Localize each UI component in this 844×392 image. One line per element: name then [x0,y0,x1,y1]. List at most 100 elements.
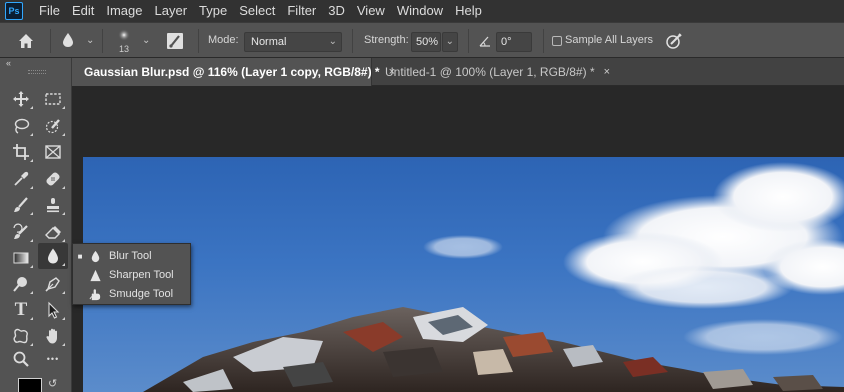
menu-edit[interactable]: Edit [66,0,100,22]
menu-bar: Ps File Edit Image Layer Type Select Fil… [0,0,844,22]
close-icon[interactable]: × [604,66,610,78]
eyedropper-icon [14,171,29,186]
dodge-tool[interactable] [6,271,36,297]
shape-icon [13,328,28,344]
scrapyard-photo [143,162,844,392]
separator [102,29,103,53]
menu-filter[interactable]: Filter [281,0,322,22]
history-brush-icon [13,223,28,239]
blur-tool-group-flyout: ■ Blur Tool Sharpen Tool Smudge Tool [72,243,191,305]
tool-preset-drop-icon[interactable] [60,32,80,50]
lasso-icon [14,118,30,134]
gradient-tool[interactable] [6,245,36,271]
document-workspace[interactable] [72,87,844,392]
tool-group-indicator [62,263,65,266]
options-bar: ⌄ 13 ⌄ Mode: Normal ⌄ Strength: 50% ⌄ 0°… [0,22,844,58]
quick-selection-icon [45,119,60,134]
image-canvas[interactable] [83,157,844,392]
lasso-tool[interactable] [6,113,36,139]
tool-group-indicator [30,186,33,189]
blur-tool[interactable] [38,243,68,269]
tool-group-indicator [62,317,65,320]
brush-picker-chevron-down-icon[interactable]: ⌄ [142,35,150,46]
swap-colors-icon[interactable]: ↺ [48,377,57,390]
flyout-item-blur-tool[interactable]: ■ Blur Tool [73,246,191,266]
strength-label: Strength: [364,34,409,46]
drop-icon [87,248,103,264]
path-selection-tool[interactable] [38,297,68,323]
menu-layer[interactable]: Layer [149,0,194,22]
clone-stamp-tool[interactable] [38,192,68,218]
zoom-icon [13,351,29,367]
foreground-color-swatch[interactable] [18,378,42,392]
cloud [563,162,844,309]
hand-icon [46,328,57,344]
tool-group-indicator [62,239,65,242]
tool-group-indicator [62,212,65,215]
sample-all-layers-checkbox[interactable] [552,36,562,46]
toolbar-grip[interactable] [28,70,46,74]
menu-window[interactable]: Window [391,0,449,22]
strength-value: 50% [416,36,439,48]
menu-file[interactable]: File [33,0,66,22]
crop-tool[interactable] [6,139,36,165]
quick-selection-tool[interactable] [38,113,68,139]
eraser-tool[interactable] [38,219,68,245]
pen-icon [45,277,60,292]
tool-group-indicator [62,133,65,136]
collapse-toolbar-button[interactable]: ‹‹ [6,58,11,68]
frame-icon [45,145,61,159]
bandage-icon [46,172,60,186]
tool-group-indicator [62,106,65,109]
menu-select[interactable]: Select [233,0,281,22]
pen-tool[interactable] [38,271,68,297]
move-icon [13,91,29,107]
tab-gaussian-blur[interactable]: Gaussian Blur.psd @ 116% (Layer 1 copy, … [72,58,395,86]
menu-view[interactable]: View [351,0,391,22]
tool-group-indicator [30,159,33,162]
more-tools[interactable]: ••• [38,346,68,372]
gradient-icon [13,252,29,264]
tool-preset-chevron-down-icon[interactable]: ⌄ [86,35,94,46]
angle-input[interactable]: 0° [496,32,532,52]
arrow-icon [48,301,60,319]
brush-settings-panel-icon[interactable] [165,31,185,51]
tool-group-indicator [30,317,33,320]
spot-healing-brush-tool[interactable] [38,166,68,192]
tool-group-indicator [62,291,65,294]
tool-group-indicator [30,212,33,215]
tool-group-indicator [30,265,33,268]
brush-icon [14,197,28,212]
separator [468,29,469,53]
brush-preview-icon[interactable] [117,28,131,42]
marquee-icon [45,93,61,105]
eyedropper-tool[interactable] [6,166,36,192]
brush-tool[interactable] [6,192,36,218]
flyout-item-smudge-tool[interactable]: Smudge Tool [73,284,191,304]
home-icon[interactable] [16,31,38,51]
menu-type[interactable]: Type [193,0,233,22]
strength-slider-toggle[interactable]: ⌄ [442,32,458,52]
stamp-icon [47,198,59,213]
menu-3d[interactable]: 3D [322,0,351,22]
flyout-item-label: Smudge Tool [109,288,174,300]
separator [352,29,353,53]
mode-select[interactable]: Normal ⌄ [244,32,342,52]
zoom-tool[interactable] [6,346,36,372]
strength-input[interactable]: 50% [411,32,441,52]
frame-tool[interactable] [38,139,68,165]
sample-all-layers-label[interactable]: Sample All Layers [565,34,653,46]
finger-icon [87,286,103,302]
flyout-item-sharpen-tool[interactable]: Sharpen Tool [73,265,191,285]
drop-icon [48,248,58,264]
rectangular-marquee-tool[interactable] [38,86,68,112]
menu-help[interactable]: Help [449,0,488,22]
flyout-item-label: Sharpen Tool [109,269,174,281]
pressure-strength-icon[interactable] [664,31,684,51]
type-tool[interactable]: T [6,297,36,323]
menu-image[interactable]: Image [100,0,148,22]
move-tool[interactable] [6,86,36,112]
history-brush-tool[interactable] [6,219,36,245]
tool-group-indicator [62,186,65,189]
tab-untitled-1[interactable]: Untitled-1 @ 100% (Layer 1, RGB/8#) * × [373,58,613,86]
